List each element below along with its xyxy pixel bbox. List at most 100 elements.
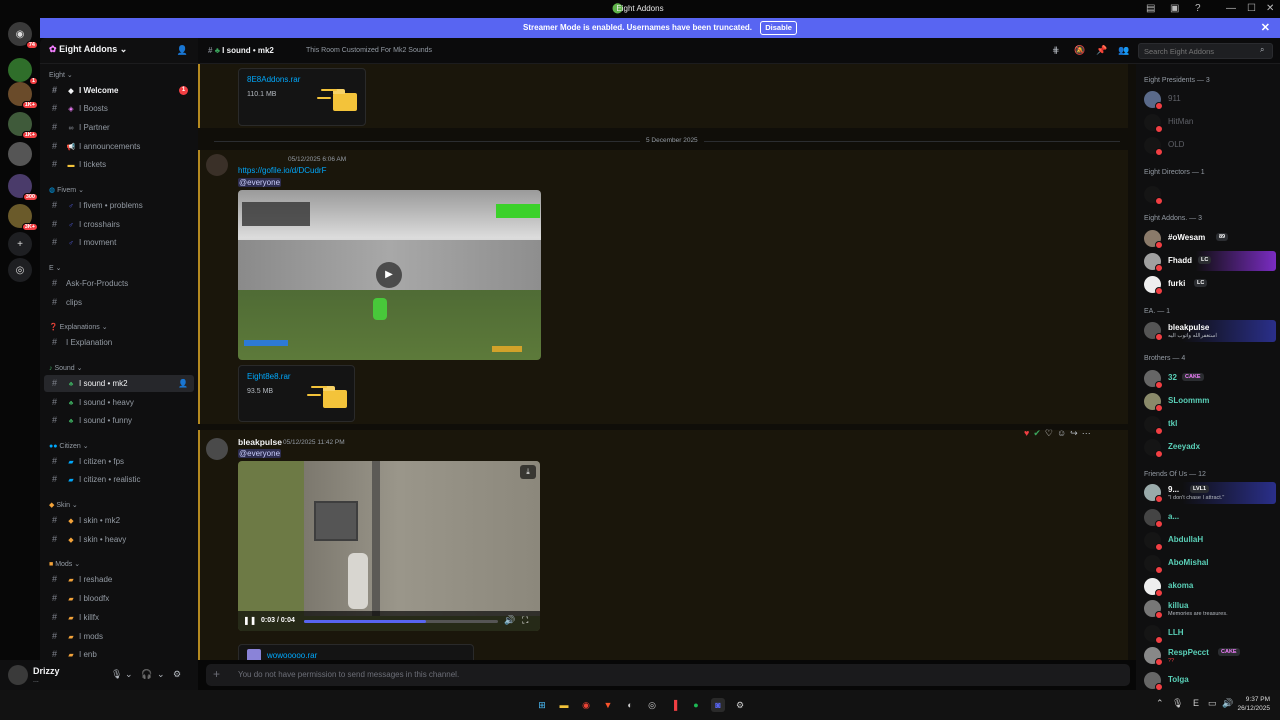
channel-sound-mk2[interactable]: # ♣ I sound • mk2 👤 bbox=[44, 375, 194, 392]
network-icon[interactable]: ▭ bbox=[1208, 698, 1217, 709]
chevron-down-icon[interactable]: ⌄ bbox=[125, 669, 133, 680]
channel-movment[interactable]: # ♂ I movment bbox=[44, 234, 194, 251]
channel-skin-heavy[interactable]: # ◆ I skin • heavy bbox=[44, 531, 194, 548]
category-skin[interactable]: ◆ Skin ⌄ bbox=[49, 501, 78, 509]
spotify-icon[interactable]: ● bbox=[689, 698, 703, 712]
white-heart-reaction-icon[interactable]: ♡ bbox=[1045, 428, 1053, 438]
server-icon[interactable]: 1K+ bbox=[8, 82, 38, 109]
app-icon[interactable]: ⚙ bbox=[733, 698, 747, 712]
member-item[interactable] bbox=[1142, 184, 1276, 205]
category-eight[interactable]: Eight ⌄ bbox=[49, 71, 73, 79]
microphone-icon[interactable]: 🎙 bbox=[1172, 698, 1183, 709]
member-item[interactable]: Tolga bbox=[1142, 670, 1276, 690]
app-icon[interactable]: ◐ bbox=[623, 698, 637, 712]
clock[interactable]: 9:37 PM 26/12/2025 bbox=[1237, 695, 1270, 713]
member-item[interactable]: 9... LVL1 "I don't chase I attract." bbox=[1142, 482, 1276, 504]
video-player[interactable]: ⤓ ❚❚ 0:03 / 0:04 🔊 ⛶ bbox=[238, 461, 540, 631]
everyone-mention[interactable]: @everyone bbox=[238, 178, 282, 187]
video-thumbnail[interactable]: ▶ bbox=[238, 190, 541, 360]
microphone-icon[interactable]: 🎙 bbox=[111, 669, 122, 680]
channel-skin-mk2[interactable]: # ◆ I skin • mk2 bbox=[44, 512, 194, 529]
channel-ask-for-products[interactable]: # Ask-For-Products bbox=[44, 275, 194, 292]
avatar[interactable] bbox=[206, 438, 228, 460]
server-folder[interactable] bbox=[8, 142, 32, 166]
channel-fivem-problems[interactable]: # ♂ I fivem • problems bbox=[44, 197, 194, 214]
heart-reaction-icon[interactable]: ♥ bbox=[1024, 428, 1029, 438]
file-name[interactable]: Eight8e8.rar bbox=[247, 372, 291, 381]
member-item[interactable]: AbdullaH bbox=[1142, 530, 1276, 551]
member-item[interactable]: OLD bbox=[1142, 135, 1276, 156]
app-icon[interactable]: ◎ bbox=[645, 698, 659, 712]
discover-icon[interactable]: ◎ bbox=[8, 258, 32, 282]
file-name[interactable]: wowooooo.rar bbox=[267, 651, 317, 660]
channel-bloodfx[interactable]: # ▰ I bloodfx bbox=[44, 590, 194, 607]
server-icon[interactable]: 300 bbox=[8, 174, 38, 201]
close-window-icon[interactable]: ✕ bbox=[1266, 3, 1274, 14]
member-item[interactable]: akoma bbox=[1142, 576, 1276, 597]
volume-icon[interactable]: 🔊 bbox=[1222, 698, 1233, 709]
chevron-down-icon[interactable]: ⌄ bbox=[157, 669, 165, 680]
member-list-icon[interactable]: 👥 bbox=[1118, 45, 1129, 56]
server-icon[interactable]: 1 bbox=[8, 58, 38, 85]
pause-icon[interactable]: ❚❚ bbox=[243, 616, 256, 625]
help-icon[interactable]: ? bbox=[1195, 3, 1201, 14]
pin-icon[interactable]: 📌 bbox=[1096, 45, 1107, 56]
channel-citizen-fps[interactable]: # ▰ I citizen • fps bbox=[44, 453, 194, 470]
check-reaction-icon[interactable]: ✔ bbox=[1033, 428, 1041, 438]
disable-streamer-button[interactable]: Disable bbox=[760, 21, 797, 35]
member-item[interactable]: bleakpulse استغفرالله واتوب اليه bbox=[1142, 320, 1276, 342]
channel-citizen-realistic[interactable]: # ▰ I citizen • realistic bbox=[44, 471, 194, 488]
file-explorer-icon[interactable]: ▬ bbox=[557, 698, 571, 712]
category-explanations[interactable]: ❓ Explanations ⌄ bbox=[49, 323, 108, 331]
home-button[interactable]: ◉ 74 bbox=[8, 22, 38, 49]
settings-icon[interactable]: ⚙ bbox=[173, 669, 181, 680]
file-attachment[interactable]: wowooooo.rar bbox=[238, 644, 474, 660]
headphones-icon[interactable]: 🎧 bbox=[141, 669, 152, 680]
channel-clips[interactable]: # clips bbox=[44, 294, 194, 311]
message-author[interactable]: bleakpulse bbox=[238, 437, 282, 447]
avatar[interactable] bbox=[8, 665, 28, 685]
reply-icon[interactable]: ↪ bbox=[1070, 428, 1078, 438]
member-item[interactable]: a... bbox=[1142, 507, 1276, 528]
category-sound[interactable]: ♪ Sound ⌄ bbox=[49, 364, 83, 372]
fullscreen-icon[interactable]: ⛶ bbox=[522, 615, 528, 626]
channel-crosshairs[interactable]: # ♂ I crosshairs bbox=[44, 216, 194, 233]
start-icon[interactable]: ⊞ bbox=[535, 698, 549, 712]
channel-partner[interactable]: # ∞ I Partner bbox=[44, 119, 194, 136]
video-seek-bar[interactable] bbox=[304, 620, 498, 623]
member-item[interactable]: RespPecct CAKE?? bbox=[1142, 645, 1276, 667]
channel-explanation[interactable]: # I Explanation bbox=[44, 334, 194, 351]
file-name[interactable]: 8E8Addons.rar bbox=[247, 75, 300, 84]
member-item[interactable]: AboMishal bbox=[1142, 553, 1276, 574]
member-item[interactable]: furki LC bbox=[1142, 274, 1276, 295]
minimize-icon[interactable]: — bbox=[1226, 3, 1236, 14]
mute-icon[interactable]: 🔕 bbox=[1074, 45, 1085, 56]
channel-welcome[interactable]: # ◆ I Welcome 1 bbox=[44, 82, 194, 99]
maximize-icon[interactable]: ☐ bbox=[1247, 3, 1256, 14]
language-indicator[interactable]: E bbox=[1193, 698, 1199, 708]
server-icon[interactable]: 1K+ bbox=[8, 112, 38, 139]
threads-icon[interactable]: ⋕ bbox=[1052, 45, 1060, 56]
channel-announcements[interactable]: # 📢 I announcements bbox=[44, 138, 194, 155]
channel-boosts[interactable]: # ◈ I Boosts bbox=[44, 100, 194, 117]
member-item[interactable]: Fhadd LC bbox=[1142, 251, 1276, 272]
screen-icon[interactable]: ▣ bbox=[1170, 3, 1179, 14]
search-input[interactable] bbox=[1138, 43, 1273, 59]
channel-killfx[interactable]: # ▰ I killfx bbox=[44, 609, 194, 626]
channel-tickets[interactable]: # ▬ I tickets bbox=[44, 156, 194, 173]
member-icon[interactable]: 👤 bbox=[178, 375, 188, 392]
file-attachment[interactable]: Eight8e8.rar 93.5 MB bbox=[238, 365, 355, 422]
category-citizen[interactable]: ●● Citizen ⌄ bbox=[49, 442, 89, 450]
member-item[interactable]: #oWesam 89 bbox=[1142, 228, 1276, 249]
server-icon[interactable]: 3K+ bbox=[8, 204, 38, 231]
channel-reshade[interactable]: # ▰ I reshade bbox=[44, 571, 194, 588]
inbox-icon[interactable]: ▤ bbox=[1146, 3, 1155, 14]
invite-icon[interactable]: 👤 bbox=[177, 45, 188, 56]
discord-taskbar-icon[interactable]: ◙ bbox=[711, 698, 725, 712]
add-server-icon[interactable]: + bbox=[8, 232, 32, 256]
channel-enb[interactable]: # ▰ I enb bbox=[44, 646, 194, 660]
everyone-mention[interactable]: @everyone bbox=[238, 449, 282, 458]
play-icon[interactable]: ▶ bbox=[376, 262, 402, 288]
channel-sound-funny[interactable]: # ♣ I sound • funny bbox=[44, 412, 194, 429]
message-link[interactable]: https://gofile.io/d/DCudrF bbox=[238, 166, 326, 175]
